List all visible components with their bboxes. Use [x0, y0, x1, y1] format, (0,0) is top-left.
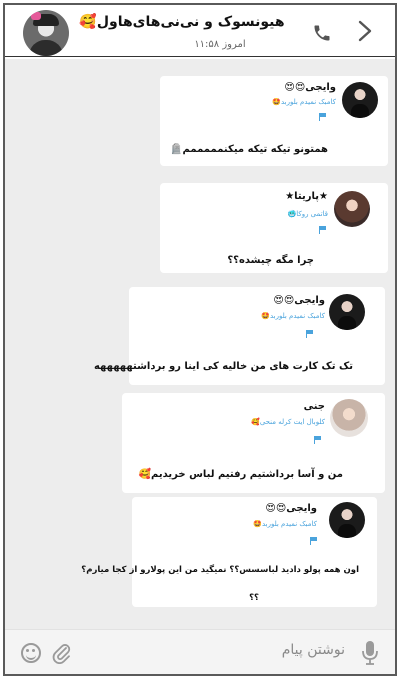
flag-icon: [305, 330, 313, 338]
sender-avatar[interactable]: [342, 82, 378, 118]
emoji-button[interactable]: [21, 643, 41, 663]
message-input[interactable]: نوشتن پیام: [235, 642, 345, 658]
sender-name[interactable]: ★پاریتا★: [285, 191, 328, 202]
sender-role: کامبک نمیدم بلوربد🤩: [261, 312, 325, 320]
message-bubble[interactable]: وایجی😍😍 کامبک نمیدم بلوربد🤩 تک تک کارت ه…: [94, 287, 385, 385]
sender-name[interactable]: وایجی😍😍: [284, 82, 336, 93]
sender-avatar[interactable]: [330, 399, 368, 437]
chevron-right-icon: [358, 20, 372, 42]
sender-role: قاتمی روکا🥶: [287, 210, 328, 218]
sender-avatar[interactable]: [334, 191, 370, 227]
message-text: اون همه پولو دادید لباسسس؟؟ نمیگید من ای…: [81, 565, 359, 575]
message-bubble[interactable]: ★پاریتا★ قاتمی روکا🥶 چرا مگه چیشده؟؟: [160, 183, 388, 273]
message-bubble[interactable]: وایجی😍😍 کامبک نمیدم بلوربد🤩 اون همه پولو…: [81, 497, 377, 607]
sender-role: کلوبال ایت کرله منحی🥰: [251, 418, 325, 426]
message-text: من و آسا برداشتیم رفتیم لباس خریدیم🥰: [138, 469, 343, 480]
sender-avatar[interactable]: [329, 294, 365, 330]
group-avatar[interactable]: [23, 10, 69, 56]
sender-name[interactable]: جنی: [304, 401, 325, 412]
chat-header: هیونسوک و نی‌نی‌های‌هاول🥰 امروز ۱۱:۵۸: [5, 5, 395, 57]
sender-role: کامبک نمیدم بلوربد🤩: [272, 98, 336, 106]
message-text: همتونو تیکه تیکه میکنمممممم🪦: [170, 144, 328, 155]
last-seen-time: امروز ۱۱:۵۸: [194, 39, 246, 50]
sender-name[interactable]: وایجی😍😍: [273, 295, 325, 306]
phone-icon: [314, 25, 330, 41]
message-bubble[interactable]: جنی کلوبال ایت کرله منحی🥰 من و آسا برداش…: [122, 393, 385, 493]
back-button[interactable]: [353, 19, 377, 43]
attach-button[interactable]: [51, 642, 71, 664]
chat-title[interactable]: هیونسوک و نی‌نی‌های‌هاول🥰: [79, 14, 285, 30]
call-button[interactable]: [311, 22, 333, 44]
flag-icon: [309, 537, 317, 545]
message-text: تک تک کارت های من خالیه کی اینا رو برداش…: [93, 361, 353, 372]
sender-role: کامبک نمیدم بلوربد🤩: [253, 520, 317, 528]
flag-icon: [318, 113, 326, 121]
microphone-button[interactable]: [361, 640, 379, 666]
message-bubble[interactable]: وایجی😍😍 کامبک نمیدم بلوربد🤩 همتونو تیکه …: [160, 76, 388, 166]
sender-name[interactable]: وایجی😍😍: [265, 503, 317, 514]
sender-avatar[interactable]: [329, 502, 365, 538]
flag-icon: [318, 226, 326, 234]
message-list[interactable]: وایجی😍😍 کامبک نمیدم بلوربد🤩 همتونو تیکه …: [5, 59, 395, 629]
flag-icon: [313, 436, 321, 444]
message-composer: نوشتن پیام: [5, 629, 395, 674]
message-text: چرا مگه چیشده؟؟: [227, 255, 314, 266]
paperclip-icon: [52, 644, 71, 664]
app-window: هیونسوک و نی‌نی‌های‌هاول🥰 امروز ۱۱:۵۸ وا…: [3, 3, 397, 676]
microphone-icon: [362, 641, 378, 665]
message-text-line-2: ؟؟: [249, 593, 259, 603]
